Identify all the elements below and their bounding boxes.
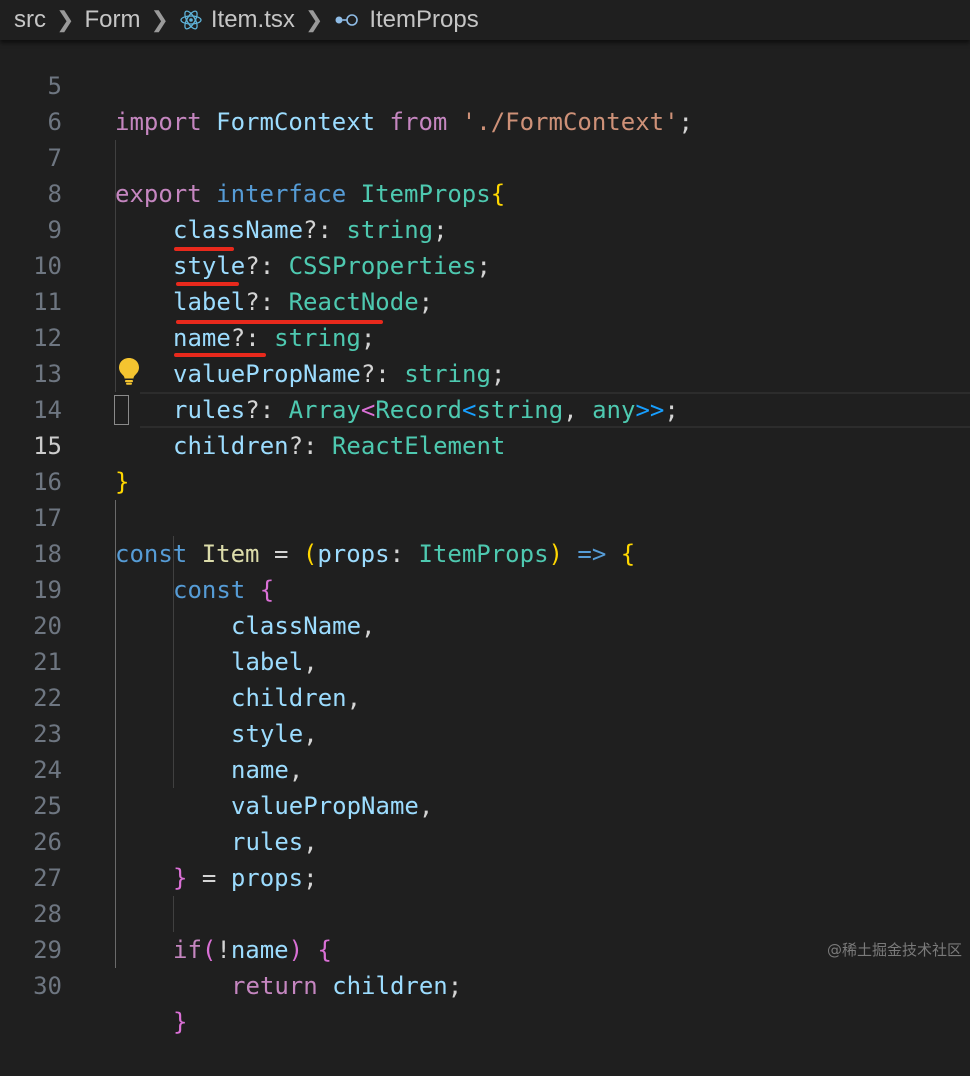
lightbulb-icon[interactable] bbox=[118, 357, 140, 389]
annotation-underline bbox=[174, 353, 266, 357]
code-line-11: 11 name?: string; bbox=[0, 248, 970, 352]
react-icon bbox=[179, 8, 203, 32]
code-line-15: 15 } bbox=[0, 392, 970, 496]
code-line-28: 28 if(!name) { bbox=[0, 860, 970, 964]
chevron-right-icon: ❯ bbox=[304, 7, 324, 32]
code-line-10: 10 label?: ReactNode; bbox=[0, 212, 970, 316]
token: ; bbox=[447, 972, 463, 1000]
annotation-underline bbox=[176, 282, 239, 286]
code-line-20: 20 label, bbox=[0, 572, 970, 676]
code-line-29: 29 return children; bbox=[0, 896, 970, 1000]
chevron-right-icon: ❯ bbox=[150, 7, 169, 32]
code-line-25: 25 rules, bbox=[0, 752, 970, 856]
code-line-17: 17 const Item = (props: ItemProps) => { bbox=[0, 464, 970, 568]
breadcrumb: src ❯ Form ❯ Item.tsx ❯ ItemProps bbox=[0, 0, 970, 40]
annotation-underline bbox=[174, 247, 234, 251]
chevron-right-icon: ❯ bbox=[56, 7, 75, 32]
code-line-12: 12 valuePropName?: string; bbox=[0, 284, 970, 388]
code-line-24: 24 valuePropName, bbox=[0, 716, 970, 820]
token: } bbox=[173, 1008, 188, 1036]
code-line-6: 6 bbox=[0, 68, 970, 136]
code-editor[interactable]: 5 import FormContext from './FormContext… bbox=[0, 32, 970, 1036]
code-line-22: 22 style, bbox=[0, 644, 970, 748]
code-line-21: 21 children, bbox=[0, 608, 970, 712]
code-line-8: 8 className?: string; bbox=[0, 140, 970, 244]
code-line-23: 23 name, bbox=[0, 680, 970, 784]
line-number: 30 bbox=[33, 972, 62, 1000]
code-line-13: 13 rules?: Array<Record<string, any>>; bbox=[0, 320, 970, 424]
code-line-27: 27 bbox=[0, 824, 970, 892]
breadcrumb-item-file[interactable]: Item.tsx bbox=[211, 6, 295, 34]
code-line-16: 16 bbox=[0, 428, 970, 496]
code-line-9: 9 style?: CSSProperties; bbox=[0, 176, 970, 280]
code-line-14: 14 children?: ReactElement bbox=[0, 356, 970, 460]
token: return bbox=[231, 972, 318, 1000]
annotation-underline bbox=[176, 320, 383, 324]
code-line-19: 19 className, bbox=[0, 536, 970, 640]
code-line-26: 26 } = props; bbox=[0, 788, 970, 892]
breadcrumb-item-symbol[interactable]: ItemProps bbox=[369, 6, 478, 34]
token: children bbox=[332, 972, 448, 1000]
watermark: @稀土掘金技术社区 bbox=[826, 941, 962, 959]
code-line-18: 18 const { bbox=[0, 500, 970, 604]
breadcrumb-item-form[interactable]: Form bbox=[84, 6, 140, 34]
code-line-30: 30 } bbox=[0, 932, 970, 1036]
code-line-7: 7 export interface ItemProps{ bbox=[0, 104, 970, 208]
breadcrumb-item-src[interactable]: src bbox=[14, 6, 46, 34]
interface-icon bbox=[333, 12, 361, 28]
